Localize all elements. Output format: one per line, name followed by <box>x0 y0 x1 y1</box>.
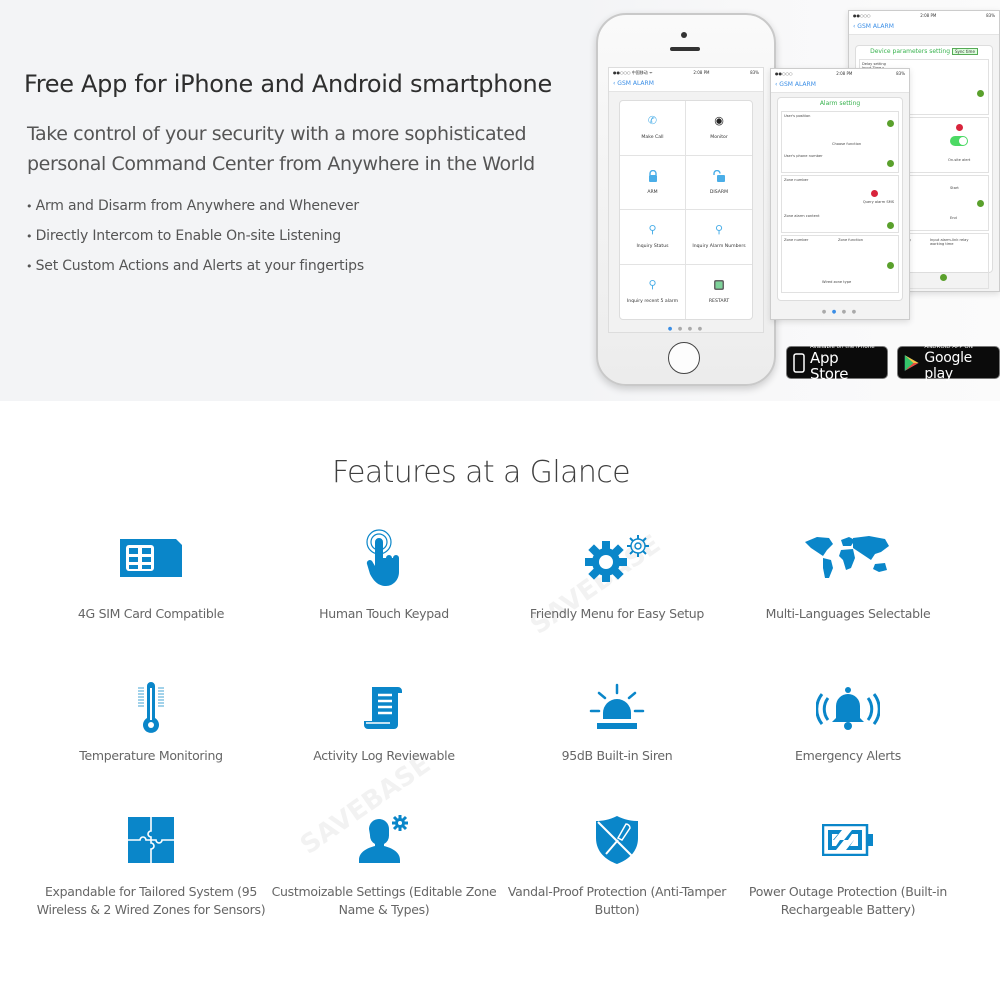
shield-screwdriver-icon <box>596 816 638 864</box>
magnifier-icon: ⚲ <box>648 278 657 292</box>
home-button[interactable] <box>668 342 700 374</box>
feature-customizable: Custmoizable Settings (Editable Zone Nam… <box>269 809 499 919</box>
confirm-check-icon[interactable] <box>977 90 984 97</box>
confirm-check-icon[interactable] <box>887 120 894 127</box>
phone-icon: ✆ <box>647 114 658 128</box>
feature-label: Activity Log Reviewable <box>313 748 455 763</box>
sheet-title: Alarm setting <box>819 100 861 107</box>
tile-arm[interactable]: ARM <box>620 155 686 210</box>
feature-label: Friendly Menu for Easy Setup <box>529 606 705 621</box>
user-settings-icon <box>359 815 408 863</box>
feature-label: Multi-Languages Selectable <box>765 606 931 621</box>
battery-charging-icon <box>822 824 873 856</box>
features-title: Features at a Glance <box>331 455 631 490</box>
bullet-item: Set Custom Actions and Alerts at your fi… <box>26 256 365 286</box>
hero-bullet-list: Arm and Disarm from Anywhere and Wheneve… <box>26 196 365 286</box>
control-grid: ✆ Make Call ◉ Monitor ARM DISARM ⚲ Inquiry … <box>619 100 753 320</box>
feature-label: 4G SIM Card Compatible <box>77 606 225 621</box>
tile-monitor[interactable]: ◉ Monitor <box>686 101 752 156</box>
feature-vandal-proof: Vandal-Proof Protection (Anti-Tamper But… <box>502 809 732 919</box>
confirm-check-icon[interactable] <box>887 222 894 229</box>
restart-icon <box>713 279 725 291</box>
user-box: User's position Choose function User's p… <box>781 111 899 173</box>
feature-touch-keypad: Human Touch Keypad <box>269 527 499 623</box>
puzzle-icon <box>128 817 174 863</box>
hero-subtitle: Take control of your security with a mor… <box>27 123 535 175</box>
phone-screen: ●●○○○ 中国移动 ᯤ 2:08 PM 83% ‹ GSM ALARM ✆ Make… <box>608 67 764 333</box>
tile-make-call[interactable]: ✆ Make Call <box>620 101 686 156</box>
gears-icon <box>585 535 649 582</box>
feature-sim-card: 4G SIM Card Compatible <box>36 527 266 623</box>
sync-time-button[interactable]: Sync time <box>951 48 978 55</box>
sim-card-icon <box>120 539 182 577</box>
hero-title: Free App for iPhone and Android smartpho… <box>24 70 552 98</box>
feature-label: Custmoizable Settings (Editable Zone Nam… <box>271 884 497 917</box>
nav-bar: ‹ GSM ALARM <box>771 79 909 93</box>
thermometer-icon <box>138 682 164 733</box>
feature-activity-log: Activity Log Reviewable <box>269 677 499 765</box>
ringing-bell-icon <box>816 687 880 730</box>
feature-siren: 95dB Built-in Siren <box>502 677 732 765</box>
camera-icon: ◉ <box>714 114 724 128</box>
tile-inquiry-status[interactable]: ⚲ Inquiry Status <box>620 210 686 265</box>
status-bar: ●●○○○ 2:08 PM 83% <box>849 11 999 21</box>
query-alarm-icon[interactable] <box>871 190 878 197</box>
alarm-sheet: Alarm setting User's position Choose fun… <box>777 97 903 301</box>
tile-restart[interactable]: RESTART <box>686 265 752 320</box>
bullet-item: Directly Intercom to Enable On-site List… <box>26 226 364 256</box>
tile-inquiry-recent[interactable]: ⚲ Inquiry recent 5 alarm <box>620 264 686 319</box>
feature-label: Expandable for Tailored System (95 Wirel… <box>36 884 266 917</box>
feature-label: Human Touch Keypad <box>319 606 449 621</box>
feature-friendly-menu: Friendly Menu for Easy Setup <box>502 527 732 623</box>
tile-inquiry-alarm-numbers[interactable]: ⚲ Inquiry Alarm Numbers <box>686 210 752 265</box>
status-bar: ●●○○○ 中国移动 ᯤ 2:08 PM 83% <box>609 68 763 78</box>
speaker-grill <box>670 47 700 51</box>
unlock-icon <box>713 169 725 182</box>
camera-dot <box>681 32 687 38</box>
google-play-badge[interactable]: ANDROID APP ON Google play <box>897 344 1000 382</box>
onsite-alert-toggle[interactable] <box>950 136 968 146</box>
bullet-item: Arm and Disarm from Anywhere and Wheneve… <box>26 196 364 226</box>
zone-function-box: Zone number Zone function Wired zone typ… <box>781 235 899 293</box>
feature-expandable: Expandable for Tailored System (95 Wirel… <box>36 809 266 919</box>
magnifier-icon: ⚲ <box>648 223 657 237</box>
feature-label: 95dB Built-in Siren <box>561 748 673 763</box>
nav-back-button[interactable]: ‹ GSM ALARM <box>609 78 763 92</box>
iphone-mockup: ●●○○○ 中国移动 ᯤ 2:08 PM 83% ‹ GSM ALARM ✆ Make… <box>596 13 776 386</box>
zone-box: Zone number Query alarm SMS Zone alarm c… <box>781 175 899 233</box>
nav-bar: ‹ GSM ALARM <box>849 21 999 35</box>
status-bar: ●●○○○ 2:08 PM 83% <box>771 69 909 79</box>
app-store-badge[interactable]: Available on the iPhone App Store <box>786 344 888 382</box>
feature-label: Power Outage Protection (Built-in Rechar… <box>748 884 948 917</box>
iphone-icon <box>793 352 805 373</box>
alert-indicator <box>956 124 963 131</box>
confirm-check-icon[interactable] <box>887 262 894 269</box>
siren-icon <box>589 683 645 729</box>
alarm-setting-screenshot: ●●○○○ 2:08 PM 83% ‹ GSM ALARM Alarm settin… <box>770 68 910 320</box>
feature-emergency-alerts: Emergency Alerts <box>733 677 963 765</box>
feature-label: Temperature Monitoring <box>79 748 223 763</box>
feature-multi-language: Multi-Languages Selectable <box>733 527 963 623</box>
confirm-check-icon[interactable] <box>887 160 894 167</box>
feature-label: Emergency Alerts <box>795 748 901 763</box>
tile-disarm[interactable]: DISARM <box>686 156 752 210</box>
confirm-check-icon[interactable] <box>977 200 984 207</box>
page-dots: ● ● ● ● <box>667 326 705 332</box>
magnifier-icon: ⚲ <box>714 223 724 237</box>
sheet-title: Device parameters setting Sync time <box>856 46 992 57</box>
touch-hand-icon <box>366 529 399 586</box>
lock-icon <box>647 169 659 182</box>
feature-temperature: Temperature Monitoring <box>36 677 266 765</box>
feature-power-outage: Power Outage Protection (Built-in Rechar… <box>733 809 963 919</box>
world-map-icon <box>805 536 889 578</box>
feature-label: Vandal-Proof Protection (Anti-Tamper But… <box>507 884 727 917</box>
page-dots: ● ● ● ● <box>821 309 859 315</box>
confirm-check-icon[interactable] <box>940 274 947 281</box>
scroll-log-icon <box>364 687 402 729</box>
google-play-icon <box>904 354 919 371</box>
